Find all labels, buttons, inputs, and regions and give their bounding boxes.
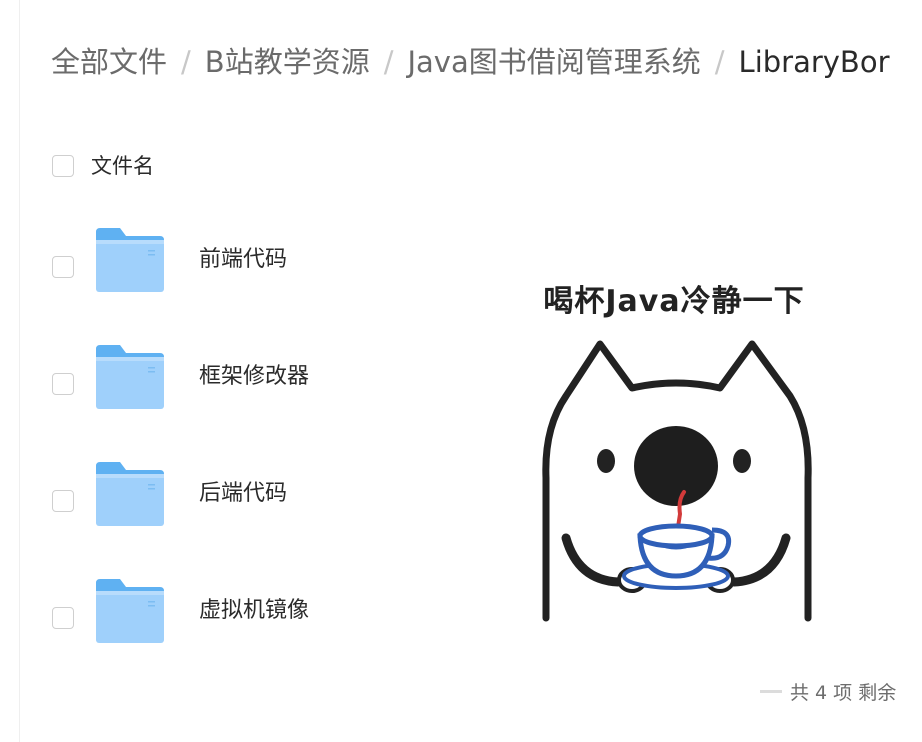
file-row-backend-code[interactable]: 后端代码 <box>0 460 460 540</box>
file-name-link[interactable]: 虚拟机镜像 <box>199 595 309 627</box>
divider-dash <box>760 690 782 693</box>
folder-icon <box>96 579 164 643</box>
file-count-summary: 共 4 项 剩余 <box>760 678 896 708</box>
breadcrumb-item-current-folder: LibraryBor <box>738 45 890 79</box>
file-name-link[interactable]: 框架修改器 <box>199 361 309 393</box>
row-checkbox[interactable] <box>52 373 74 395</box>
breadcrumb-separator: / <box>383 45 394 79</box>
breadcrumb: 全部文件 / B站教学资源 / Java图书借阅管理系统 / LibraryBor <box>51 40 890 84</box>
breadcrumb-separator: / <box>714 45 725 79</box>
file-name-link[interactable]: 前端代码 <box>199 244 287 276</box>
breadcrumb-separator: / <box>181 45 191 79</box>
folder-icon <box>96 228 164 292</box>
file-row-vm-image[interactable]: 虚拟机镜像 <box>0 577 460 657</box>
file-name-link[interactable]: 后端代码 <box>199 478 287 510</box>
folder-icon <box>96 462 164 526</box>
file-row-frontend-code[interactable]: 前端代码 <box>0 226 460 306</box>
row-checkbox[interactable] <box>52 490 74 512</box>
cat-coffee-sticker: 喝杯Java冷静一下 <box>508 278 840 622</box>
file-browser-page: 全部文件 / B站教学资源 / Java图书借阅管理系统 / LibraryBor 文件名 … <box>0 0 922 742</box>
file-count-text: 共 4 项 剩余 <box>790 682 897 704</box>
breadcrumb-item-library-system[interactable]: Java图书借阅管理系统 <box>407 40 700 84</box>
breadcrumb-item-bilibili-resources[interactable]: B站教学资源 <box>205 40 370 84</box>
row-checkbox[interactable] <box>52 607 74 629</box>
folder-icon <box>96 345 164 409</box>
select-all-checkbox[interactable] <box>52 155 74 177</box>
file-row-framework-modifier[interactable]: 框架修改器 <box>0 343 460 423</box>
column-header-filename[interactable]: 文件名 <box>91 151 154 181</box>
cat-drinking-coffee-icon <box>542 340 812 622</box>
row-checkbox[interactable] <box>52 256 74 278</box>
breadcrumb-item-all-files[interactable]: 全部文件 <box>51 40 167 84</box>
